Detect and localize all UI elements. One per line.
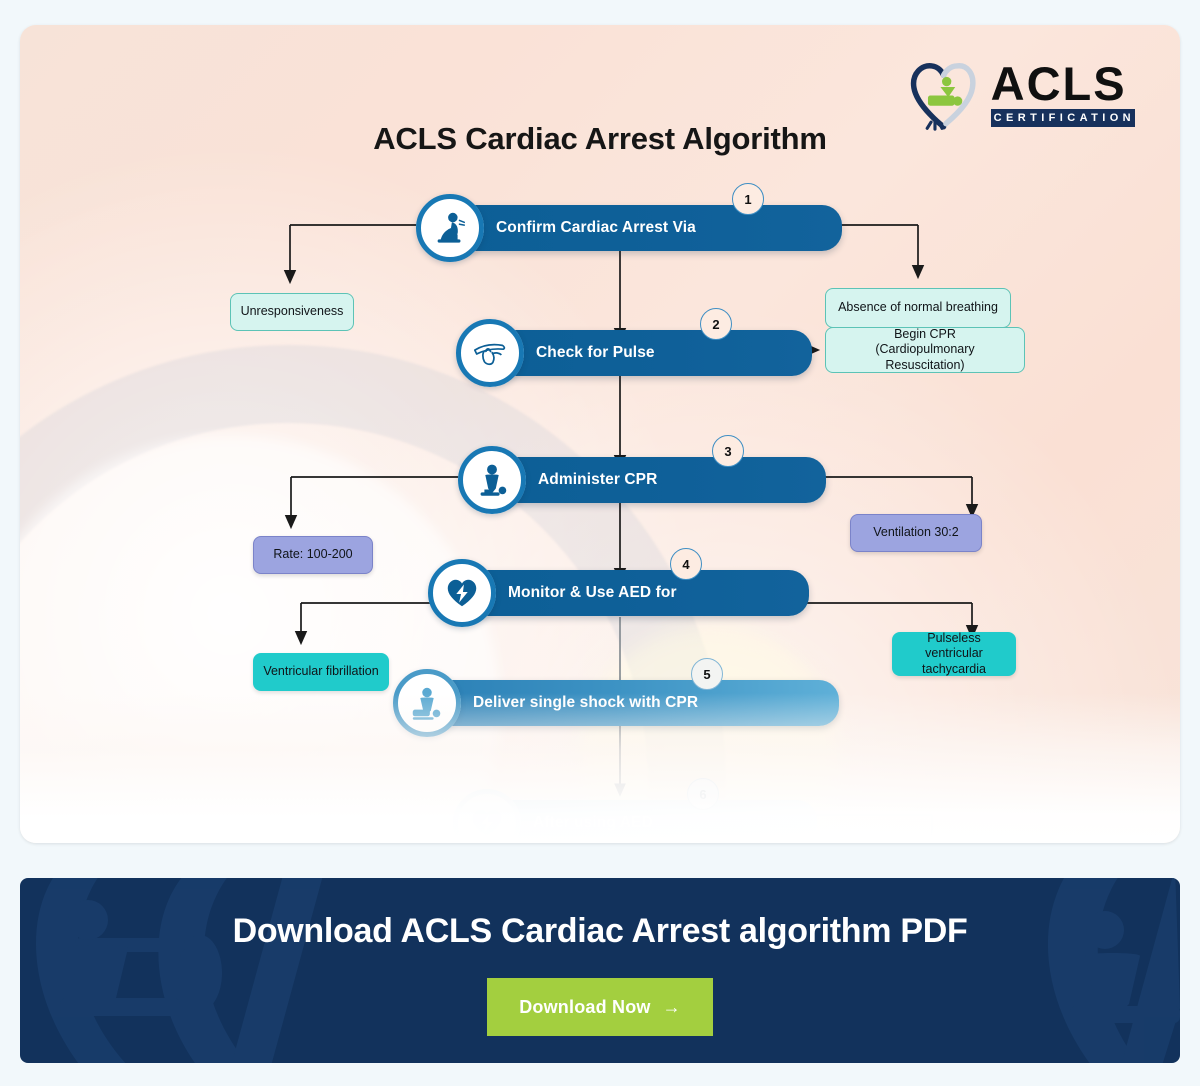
collapsed-person-icon (416, 194, 484, 262)
step-1-bar[interactable]: Confirm Cardiac Arrest Via (438, 205, 842, 251)
step-1-label: Confirm Cardiac Arrest Via (496, 219, 696, 236)
leaf-pulseless-vt-line2: tachycardia (922, 661, 986, 676)
leaf-pulseless-vt-line1: Pulseless ventricular (925, 630, 983, 661)
step-2-label: Check for Pulse (536, 344, 655, 361)
arrow-right-icon: → (662, 996, 681, 1017)
step-3[interactable]: 3 Administer CPR (458, 435, 826, 514)
leaf-ventilation[interactable]: Ventilation 30:2 (850, 514, 982, 552)
cpr-rescuer-aed-icon (393, 669, 461, 737)
step-5-number: 5 (691, 658, 723, 690)
leaf-begin-cpr[interactable]: Begin CPR (Cardiopulmonary Resuscitation… (825, 327, 1025, 373)
step-2[interactable]: 2 Check for Pulse (456, 308, 812, 387)
leaf-absence-of-normal-breathing[interactable]: Absence of normal breathing (825, 288, 1011, 328)
step-2-number: 2 (700, 308, 732, 340)
download-now-button[interactable]: Download Now → (487, 978, 713, 1036)
leaf-unresponsiveness[interactable]: Unresponsiveness (230, 293, 354, 331)
leaf-begin-cpr-line1: Begin CPR (894, 326, 956, 341)
step-2-bar[interactable]: Check for Pulse (478, 330, 812, 376)
leaf-ventricular-fibrillation-label: Ventricular fibrillation (263, 664, 379, 679)
download-banner: Download ACLS Cardiac Arrest algorithm P… (20, 878, 1180, 1063)
leaf-pulseless-vt[interactable]: Pulseless ventricular tachycardia (892, 630, 1016, 676)
algorithm-card: ACLS CERTIFICATION ACLS Cardiac Arrest A… (20, 25, 1180, 843)
leaf-unresponsiveness-label: Unresponsiveness (240, 304, 344, 319)
step-6[interactable]: 6 After using AED (453, 778, 817, 843)
banner-title: Download ACLS Cardiac Arrest algorithm P… (232, 912, 968, 950)
step-4-bar[interactable]: Monitor & Use AED for (450, 570, 809, 616)
step-3-number: 3 (712, 435, 744, 467)
step-5-label: Deliver single shock with CPR (473, 694, 699, 711)
leaf-ventilation-label: Ventilation 30:2 (873, 525, 959, 540)
leaf-absence-of-normal-breathing-label: Absence of normal breathing (838, 300, 998, 315)
leaf-rate-label: Rate: 100-200 (273, 547, 353, 562)
step-3-label: Administer CPR (538, 471, 658, 488)
step-5-bar[interactable]: Deliver single shock with CPR (415, 680, 839, 726)
step-1-number: 1 (732, 183, 764, 215)
step-4-number: 4 (670, 548, 702, 580)
step-6-label: After using AED (533, 814, 653, 831)
step-6-bar[interactable]: After using AED (475, 800, 817, 843)
aed-heart-bolt-icon (428, 559, 496, 627)
step-4-label: Monitor & Use AED for (508, 584, 677, 601)
step-4[interactable]: 4 Monitor & Use AED for (428, 548, 809, 627)
leaf-ventricular-fibrillation[interactable]: Ventricular fibrillation (253, 653, 389, 691)
leaf-rate[interactable]: Rate: 100-200 (253, 536, 373, 574)
step-3-bar[interactable]: Administer CPR (480, 457, 826, 503)
hand-pulse-check-icon (456, 319, 524, 387)
step-5[interactable]: 5 Deliver single shock with CPR (393, 658, 839, 737)
step-1[interactable]: 1 Confirm Cardiac Arrest Via (416, 183, 842, 262)
page-root: ACLS CERTIFICATION ACLS Cardiac Arrest A… (0, 0, 1200, 1086)
leaf-begin-cpr-line2: (Cardiopulmonary Resuscitation) (875, 342, 975, 372)
chest-compression-icon (458, 446, 526, 514)
step-6-number: 6 (687, 778, 719, 810)
download-now-label: Download Now (519, 996, 651, 1017)
